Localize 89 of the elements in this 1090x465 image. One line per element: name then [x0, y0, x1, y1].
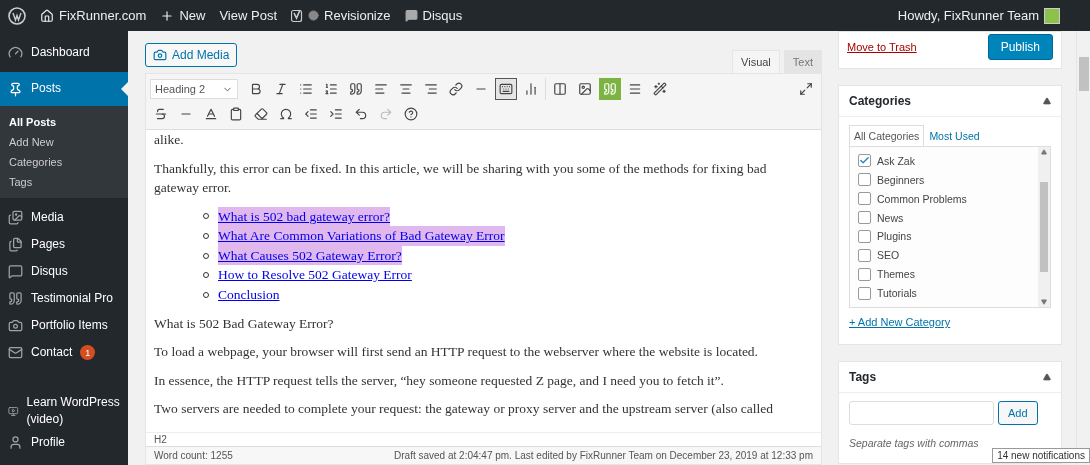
gauge-icon [8, 45, 23, 60]
scroll-up-icon[interactable] [1041, 149, 1047, 155]
add-new-category-link[interactable]: + Add New Category [849, 316, 951, 328]
sidebar-item[interactable]: Posts [0, 72, 128, 106]
box-title: Categories [849, 94, 912, 108]
box-title: Tags [849, 370, 877, 384]
camera-icon [153, 48, 167, 62]
menu-pointer-icon [121, 82, 128, 96]
submenu-item[interactable]: All Posts [0, 112, 128, 132]
category-label: Common Problems [877, 192, 967, 205]
hint-text: Separate tags with commas [849, 437, 980, 449]
element-path: H2 [154, 434, 167, 445]
checkbox[interactable] [858, 154, 871, 168]
user-icon [8, 434, 23, 450]
category-label: Themes [877, 268, 915, 281]
category-label: News [877, 211, 904, 224]
sidebar-item[interactable]: Testimonial Pro [0, 285, 128, 312]
admin-bar-link[interactable]: Disqus [404, 8, 463, 23]
sidebar-item[interactable]: Dashboard [0, 39, 128, 66]
paragraph: To load a webpage, your browser will first send an HTTP request to the webserver where the website is located. [154, 343, 759, 362]
site-link[interactable]: FixRunner.com [40, 8, 147, 23]
submenu-item[interactable]: Categories [0, 152, 128, 172]
category-label: Ask Zak [877, 154, 915, 167]
home-icon [40, 8, 54, 23]
word-count: Word count: 1255 [154, 450, 233, 461]
checkbox[interactable] [858, 267, 871, 281]
count-badge: 1 [80, 345, 96, 360]
speech-bubble-icon [404, 9, 418, 22]
link[interactable]: What Causes 502 Gateway Error? [218, 245, 402, 266]
checkbox[interactable] [858, 248, 871, 262]
paragraph: Thankfully, this error can be fixed. In this article, we will be sharing with you some of the methods for fixing bad gateway error. [154, 159, 768, 198]
scroll-down-icon[interactable] [1041, 299, 1047, 305]
add-media-button[interactable]: Add Media [145, 43, 238, 67]
mail-icon [8, 345, 23, 360]
submenu-item[interactable]: Tags [0, 172, 128, 192]
scrollbar[interactable] [1038, 147, 1050, 307]
wordpress-logo-icon[interactable] [8, 6, 26, 25]
link[interactable]: Conclusion [218, 284, 280, 305]
pin-icon [8, 81, 23, 97]
paragraph: What is 502 Bad Gateway Error? [154, 314, 335, 333]
editor-tab[interactable]: Text [783, 50, 822, 73]
tag-input[interactable] [849, 401, 994, 425]
collapse-arrow-icon [1043, 97, 1051, 105]
editor-tab[interactable]: Visual [732, 50, 780, 73]
account-link[interactable]: Howdy, FixRunner Team [897, 7, 1060, 24]
admin-bar-link[interactable]: New [160, 8, 206, 23]
status-dot-icon [308, 10, 319, 21]
collapse-arrow-icon [1043, 373, 1051, 381]
paragraph: alike. [154, 131, 185, 149]
checkbox[interactable] [858, 192, 871, 206]
link[interactable]: What Are Common Variations of Bad Gateway Error [218, 226, 505, 246]
format-select[interactable]: Heading 2 [150, 79, 238, 99]
move-to-trash-link[interactable]: Move to Trash [847, 41, 917, 53]
add-tag-button[interactable]: Add [998, 401, 1038, 425]
submenu-item[interactable]: Add New [0, 132, 128, 152]
speech-bubble-icon [8, 264, 23, 279]
pages-icon [8, 237, 23, 252]
category-label: SEO [877, 249, 900, 262]
category-label: Plugins [877, 230, 912, 243]
checkbox[interactable] [858, 286, 871, 300]
images-icon [8, 210, 23, 225]
publish-button[interactable]: Publish [987, 34, 1053, 60]
sidebar-item[interactable]: Contact 1 [0, 339, 128, 366]
link[interactable]: What is 502 bad gateway error? [218, 206, 391, 227]
plus-icon [160, 8, 175, 23]
paragraph: In essence, the HTTP request tells the server, “hey someone requested Z page, and I need you to fetch it”. [154, 371, 725, 390]
camera-icon [8, 318, 23, 333]
category-tab[interactable]: All Categories [849, 125, 925, 146]
quote-icon [8, 291, 23, 306]
draft-status: Draft saved at 2:04:47 pm. Last edited by FixRunner Team on December 23, 2019 at 12:33 pm [394, 450, 813, 461]
toolbar-toggle-icon[interactable] [495, 78, 517, 100]
sidebar-item[interactable]: Disqus [0, 258, 128, 285]
notification-tooltip: 14 new notifications [992, 448, 1090, 463]
checkbox[interactable] [858, 173, 871, 187]
category-label: Beginners [877, 173, 925, 186]
seo-plugin-icon[interactable] [291, 8, 303, 23]
sidebar-item[interactable]: Pages [0, 231, 128, 258]
sidebar-item[interactable]: Media [0, 204, 128, 231]
checkbox[interactable] [858, 229, 871, 243]
paragraph: Two servers are needed to complete your request: the gateway or proxy server and the upstream server (also called [154, 400, 775, 419]
checkbox[interactable] [858, 211, 871, 225]
admin-bar-link[interactable]: Revisionize [291, 8, 391, 23]
admin-bar-link[interactable]: View Post [219, 8, 277, 23]
avatar [1044, 7, 1060, 24]
sidebar-item[interactable]: Profile [0, 428, 128, 456]
link[interactable]: How to Resolve 502 Gateway Error [218, 265, 412, 285]
sidebar-item[interactable]: Learn WordPress (video) [0, 394, 128, 429]
sidebar-item[interactable]: Portfolio Items [0, 312, 128, 339]
category-label: Tutorials [877, 287, 917, 300]
